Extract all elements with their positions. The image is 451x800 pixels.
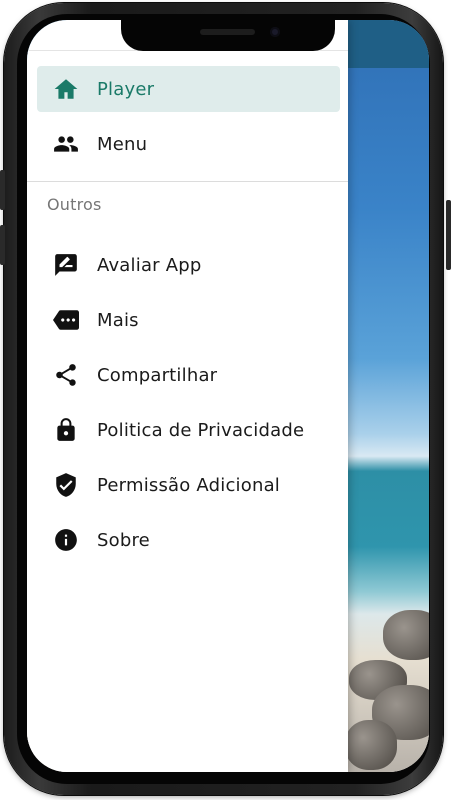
rate-review-icon <box>53 252 79 278</box>
drawer-item-politica-de-privacidade[interactable]: Politica de Privacidade <box>37 407 340 453</box>
info-icon <box>53 527 79 553</box>
phone-screen: Player Menu Outros Avaliar App Mais Comp… <box>27 20 429 772</box>
phone-notch <box>121 20 335 51</box>
rock-image <box>383 610 429 660</box>
drawer-item-label: Menu <box>97 133 148 155</box>
drawer-item-label: Player <box>97 78 155 100</box>
volume-button <box>0 170 5 210</box>
drawer-item-menu[interactable]: Menu <box>37 121 340 167</box>
volume-button <box>0 225 5 265</box>
drawer-item-label: Mais <box>97 309 139 331</box>
drawer-item-label: Compartilhar <box>97 364 218 386</box>
more-tag-icon <box>53 307 79 333</box>
drawer-item-label: Avaliar App <box>97 254 202 276</box>
verified-shield-icon <box>53 472 79 498</box>
drawer-item-player[interactable]: Player <box>37 66 340 112</box>
section-title-outros: Outros <box>47 195 102 214</box>
drawer-item-compartilhar[interactable]: Compartilhar <box>37 352 340 398</box>
lock-icon <box>53 417 79 443</box>
rock-image <box>345 720 397 770</box>
people-icon <box>53 131 79 157</box>
speaker-grille <box>200 29 255 35</box>
drawer-item-label: Politica de Privacidade <box>97 419 305 441</box>
home-icon <box>53 76 79 102</box>
drawer-item-label: Sobre <box>97 529 150 551</box>
navigation-drawer: Player Menu Outros Avaliar App Mais Comp… <box>27 20 348 772</box>
drawer-item-permissao-adicional[interactable]: Permissão Adicional <box>37 462 340 508</box>
drawer-item-label: Permissão Adicional <box>97 474 281 496</box>
drawer-divider <box>27 181 348 182</box>
share-icon <box>53 362 79 388</box>
drawer-item-sobre[interactable]: Sobre <box>37 517 340 563</box>
device-mockup: Player Menu Outros Avaliar App Mais Comp… <box>0 0 451 800</box>
power-button <box>446 200 451 270</box>
front-camera <box>270 27 280 37</box>
drawer-item-mais[interactable]: Mais <box>37 297 340 343</box>
drawer-item-avaliar-app[interactable]: Avaliar App <box>37 242 340 288</box>
